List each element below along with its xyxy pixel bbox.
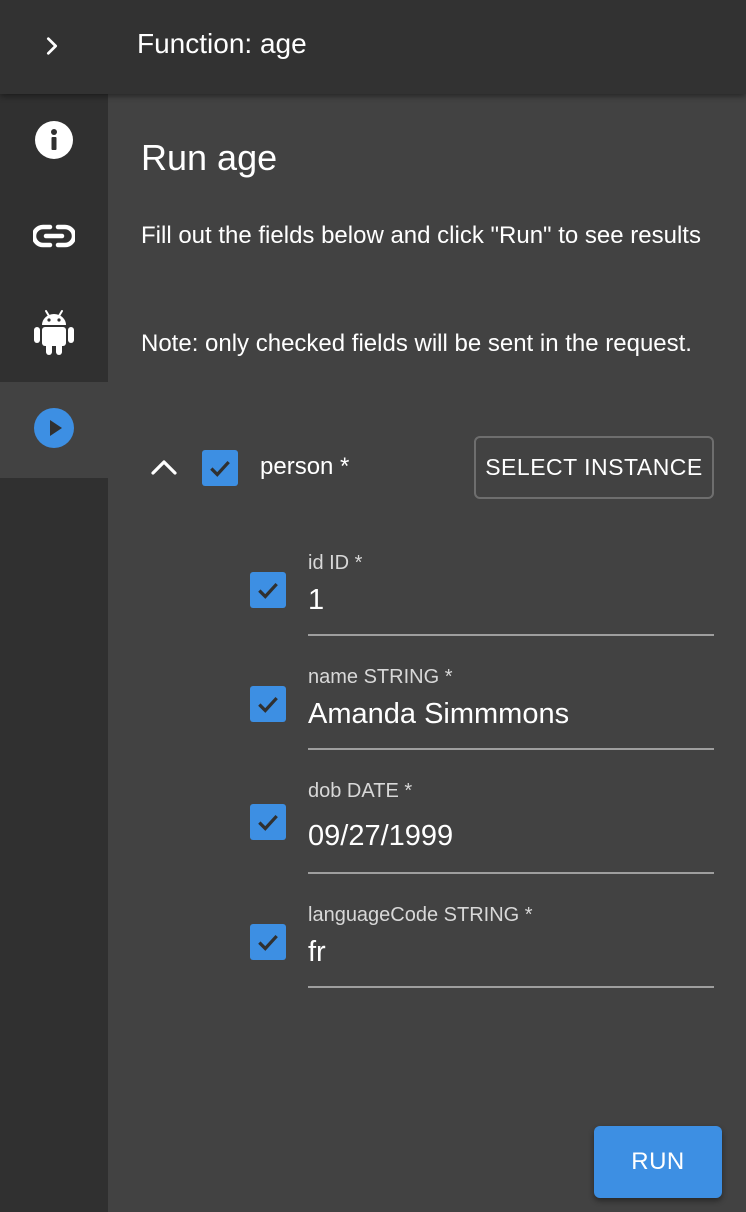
id-input[interactable] — [308, 580, 714, 620]
field-label: languageCode STRING * — [308, 904, 533, 926]
android-icon — [33, 308, 75, 361]
field-checkbox-languagecode[interactable] — [250, 924, 286, 960]
play-circle-icon — [34, 407, 74, 453]
name-input[interactable] — [308, 694, 714, 734]
dob-field: dob DATE * — [308, 778, 714, 874]
run-button[interactable]: RUN — [594, 1126, 722, 1198]
main-panel: Run age Fill out the fields below and cl… — [108, 94, 746, 1212]
info-icon — [34, 120, 74, 165]
name-field: name STRING * — [308, 664, 714, 750]
check-icon — [258, 934, 278, 951]
languagecode-field: languageCode STRING * — [308, 902, 714, 988]
sidebar-item-link[interactable] — [0, 190, 108, 286]
sidebar — [0, 94, 108, 1212]
link-icon — [31, 224, 77, 253]
field-checkbox-id[interactable] — [250, 572, 286, 608]
check-icon — [258, 814, 278, 831]
check-icon — [210, 460, 230, 477]
select-instance-button[interactable]: SELECT INSTANCE — [474, 436, 714, 499]
parameter-label: person * — [260, 453, 350, 480]
field-checkbox-dob[interactable] — [250, 804, 286, 840]
chevron-right-icon[interactable] — [30, 24, 74, 68]
id-field: id ID * — [308, 550, 714, 636]
check-icon — [258, 582, 278, 599]
instructions-text: Fill out the fields below and click "Run… — [141, 222, 701, 249]
page-title: Function: age — [137, 28, 307, 59]
run-heading: Run age — [141, 137, 278, 178]
check-icon — [258, 696, 278, 713]
sidebar-item-info[interactable] — [0, 94, 108, 190]
dob-input[interactable] — [308, 816, 714, 856]
sidebar-item-android[interactable] — [0, 286, 108, 382]
field-label: name STRING * — [308, 666, 453, 688]
note-text: Note: only checked fields will be sent i… — [141, 330, 692, 357]
languagecode-input[interactable] — [308, 932, 714, 972]
top-bar: Function: age — [0, 0, 746, 94]
person-checkbox[interactable] — [202, 450, 238, 486]
sidebar-item-run[interactable] — [0, 382, 108, 478]
chevron-up-icon[interactable] — [148, 451, 180, 483]
field-label: dob DATE * — [308, 780, 413, 802]
field-checkbox-name[interactable] — [250, 686, 286, 722]
field-label: id ID * — [308, 552, 363, 574]
